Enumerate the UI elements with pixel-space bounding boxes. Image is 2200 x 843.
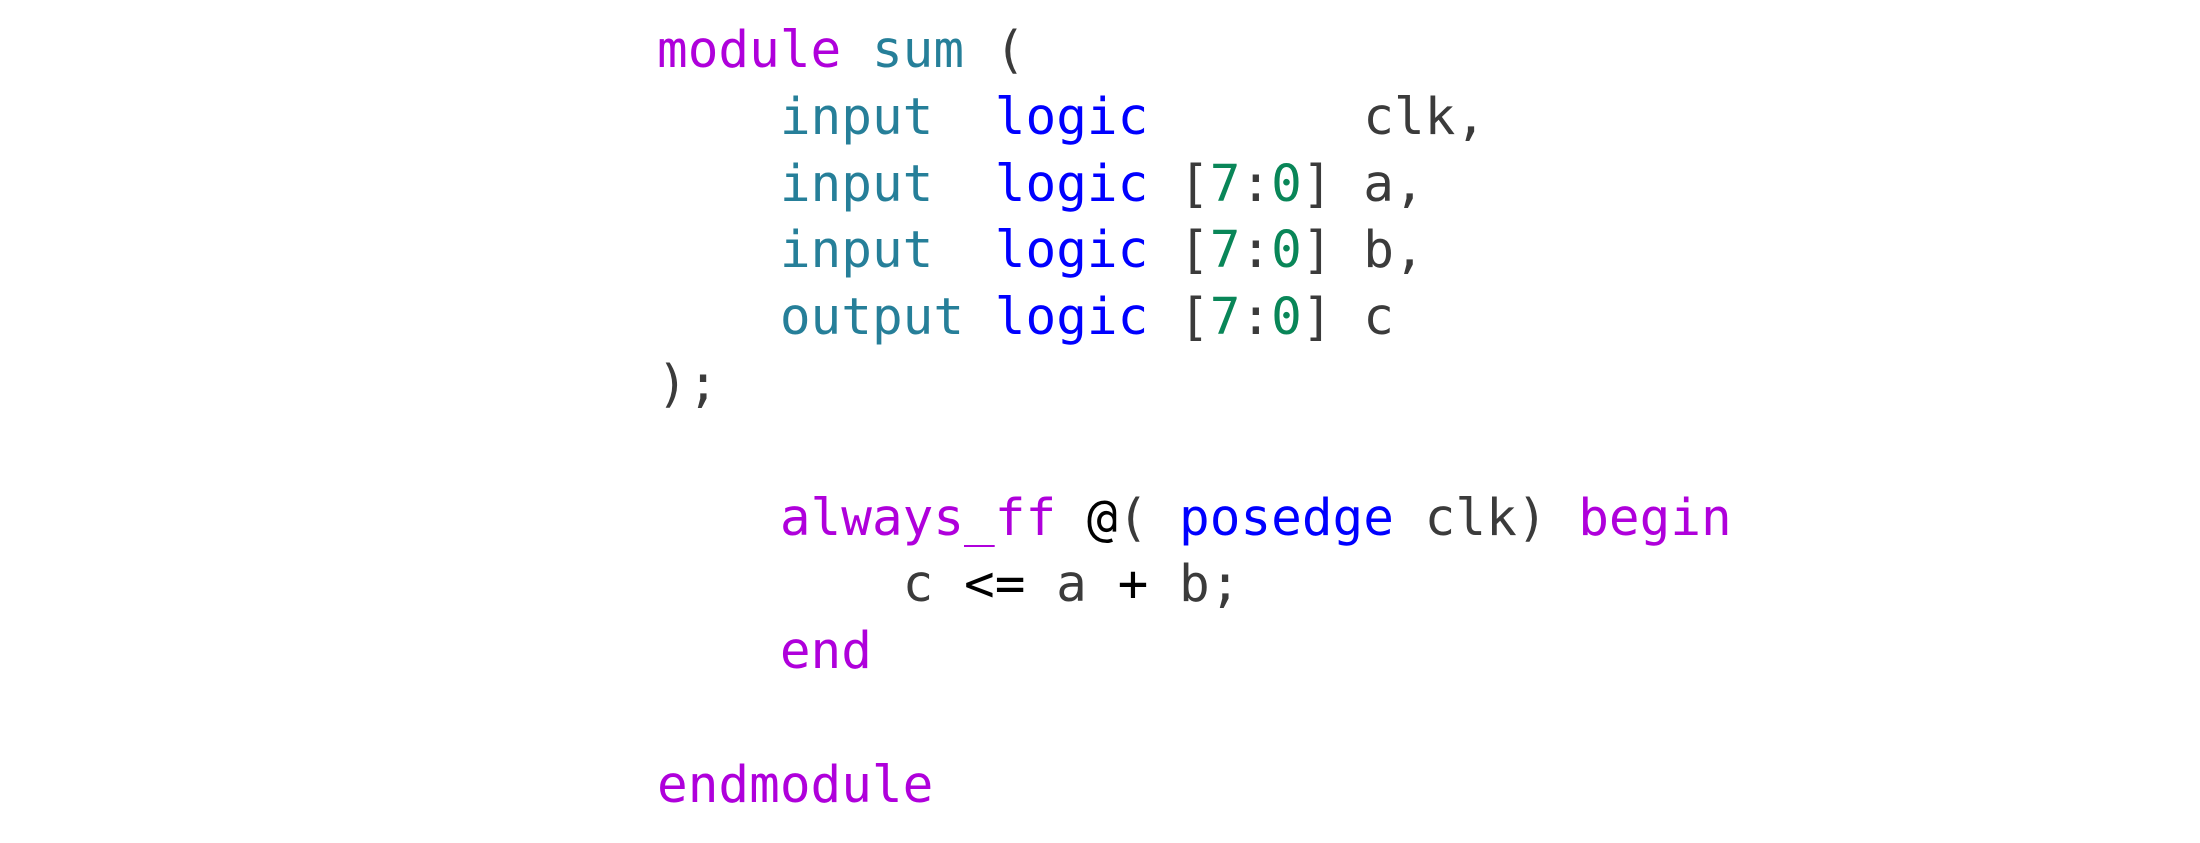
- number-token: 0: [1271, 288, 1302, 348]
- type-keyword-token: logic: [994, 221, 1149, 281]
- number-token: 7: [1209, 154, 1241, 214]
- code-text-token: clk,: [1148, 87, 1487, 147]
- code-text-token: (: [1117, 488, 1180, 548]
- operator-token: @: [1086, 488, 1118, 548]
- code-text-token: :: [1240, 288, 1272, 348]
- code-line: );: [657, 352, 1732, 419]
- operator-token: +: [1117, 555, 1149, 615]
- code-line: input logic clk,: [657, 85, 1732, 152]
- operator-token: <=: [964, 555, 1026, 615]
- keyword-token: always_ff: [779, 488, 1057, 548]
- code-text-token: );: [657, 354, 719, 414]
- code-text-token: ] c: [1301, 288, 1395, 348]
- code-text-token: :: [1240, 221, 1272, 281]
- code-line: output logic [7:0] c: [657, 285, 1732, 352]
- port-direction-token: output: [779, 288, 965, 348]
- type-keyword-token: logic: [994, 288, 1149, 348]
- code-text-token: ] b,: [1301, 221, 1425, 281]
- code-text-token: [: [1148, 288, 1210, 348]
- keyword-token: endmodule: [657, 755, 934, 815]
- port-direction-token: input: [779, 87, 934, 147]
- code-line: ​: [657, 419, 1732, 486]
- number-token: 7: [1209, 288, 1241, 348]
- module-name-token: sum: [871, 21, 965, 80]
- code-line: always_ff @( posedge clk) begin: [657, 486, 1732, 553]
- code-text-token: clk): [1393, 488, 1579, 548]
- number-token: 0: [1271, 221, 1302, 281]
- code-text-token: [: [1148, 221, 1210, 281]
- code-line: endmodule: [657, 753, 1732, 820]
- code-text-token: b;: [1148, 555, 1241, 615]
- port-direction-token: input: [779, 154, 934, 214]
- code-text-token: a: [1025, 555, 1118, 615]
- code-text-token: [: [1148, 154, 1210, 214]
- port-direction-token: input: [779, 221, 934, 281]
- keyword-token: end: [779, 622, 872, 682]
- code-line: c <= a + b;: [657, 552, 1732, 619]
- code-text-token: :: [1240, 154, 1272, 214]
- code-line: input logic [7:0] b,: [657, 218, 1732, 285]
- number-token: 0: [1271, 154, 1302, 214]
- keyword-token: begin: [1578, 488, 1732, 548]
- code-line: module sum (: [657, 18, 1732, 85]
- code-line: input logic [7:0] a,: [657, 152, 1732, 219]
- type-keyword-token: logic: [994, 87, 1149, 147]
- number-token: 7: [1209, 221, 1241, 281]
- code-line: end: [657, 619, 1732, 686]
- type-keyword-token: posedge: [1179, 488, 1394, 548]
- keyword-token: module: [657, 21, 842, 80]
- code-text-token: c: [657, 555, 965, 615]
- type-keyword-token: logic: [994, 154, 1149, 214]
- code-text-token: ] a,: [1301, 154, 1425, 214]
- code-text-token: (: [964, 21, 1026, 80]
- code-line: ​: [657, 686, 1732, 753]
- code-block: module sum ( input logic clk, input logi…: [657, 18, 1732, 820]
